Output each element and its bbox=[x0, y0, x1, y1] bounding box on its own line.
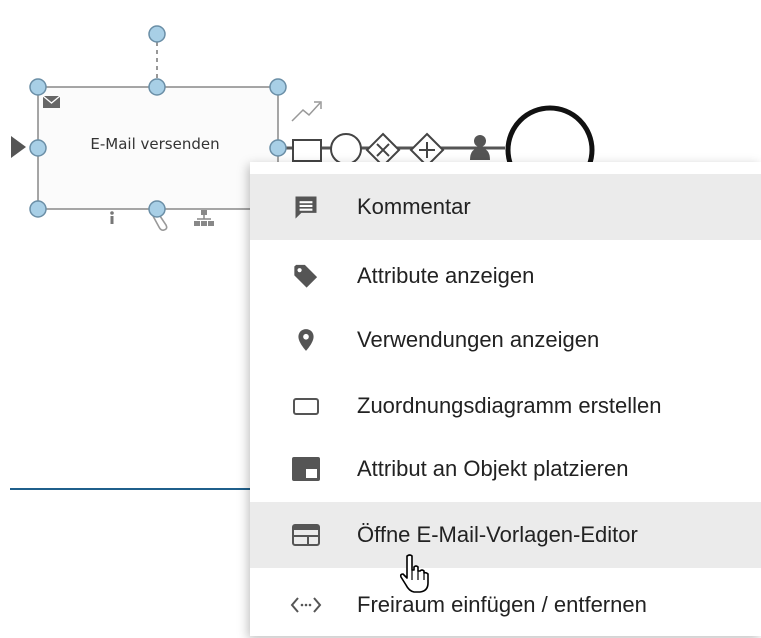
comment-icon bbox=[286, 187, 326, 227]
resize-handle-s bbox=[148, 200, 166, 218]
menu-item-label: Kommentar bbox=[357, 194, 471, 219]
menu-item-zuordnungsdiagramm-erstellen[interactable]: Zuordnungsdiagramm erstellen bbox=[250, 373, 761, 439]
resize-handle-w bbox=[29, 139, 47, 157]
menu-item-kommentar[interactable]: Kommentar bbox=[250, 174, 761, 240]
menu-item-label: Öffne E-Mail-Vorlagen-Editor bbox=[357, 522, 638, 547]
menu-item-attribute-anzeigen[interactable]: Attribute anzeigen bbox=[250, 243, 761, 309]
rotation-handle bbox=[148, 25, 166, 43]
menu-item-email-vorlagen-editor[interactable]: Öffne E-Mail-Vorlagen-Editor bbox=[250, 502, 761, 568]
menu-item-label: Zuordnungsdiagramm erstellen bbox=[357, 393, 662, 418]
rectangle-icon bbox=[286, 386, 326, 426]
resize-handle-ne bbox=[269, 78, 287, 96]
task-label: E-Mail versenden bbox=[90, 135, 220, 153]
info-icon[interactable] bbox=[110, 211, 114, 224]
connection-line bbox=[10, 488, 260, 490]
location-pin-icon bbox=[286, 320, 326, 360]
palette-event-icon[interactable] bbox=[330, 133, 362, 165]
trend-icon[interactable] bbox=[291, 102, 321, 122]
resize-handle-e bbox=[269, 139, 287, 157]
menu-item-freiraum[interactable]: Freiraum einfügen / entfernen bbox=[250, 572, 761, 638]
placement-icon bbox=[286, 449, 326, 489]
menu-item-attribut-platzieren[interactable]: Attribut an Objekt platzieren bbox=[250, 436, 761, 502]
tag-icon bbox=[286, 256, 326, 296]
menu-item-label: Verwendungen anzeigen bbox=[357, 327, 600, 352]
incoming-arrow-icon bbox=[11, 136, 26, 158]
template-editor-icon bbox=[286, 515, 326, 555]
resize-handle-sw bbox=[29, 200, 47, 218]
menu-item-verwendungen-anzeigen[interactable]: Verwendungen anzeigen bbox=[250, 307, 761, 373]
hierarchy-icon[interactable] bbox=[194, 210, 214, 226]
context-menu: Kommentar Attribute anzeigen Verwendunge… bbox=[250, 162, 761, 636]
hand-pointer-icon bbox=[399, 554, 429, 593]
menu-item-label: Freiraum einfügen / entfernen bbox=[357, 592, 647, 617]
resize-handle-n bbox=[148, 78, 166, 96]
resize-handle-nw bbox=[29, 78, 47, 96]
envelope-icon bbox=[42, 95, 61, 108]
code-brackets-icon bbox=[286, 585, 326, 625]
palette-task-icon[interactable] bbox=[292, 139, 322, 162]
menu-item-label: Attribut an Objekt platzieren bbox=[357, 456, 629, 481]
menu-item-label: Attribute anzeigen bbox=[357, 263, 535, 288]
